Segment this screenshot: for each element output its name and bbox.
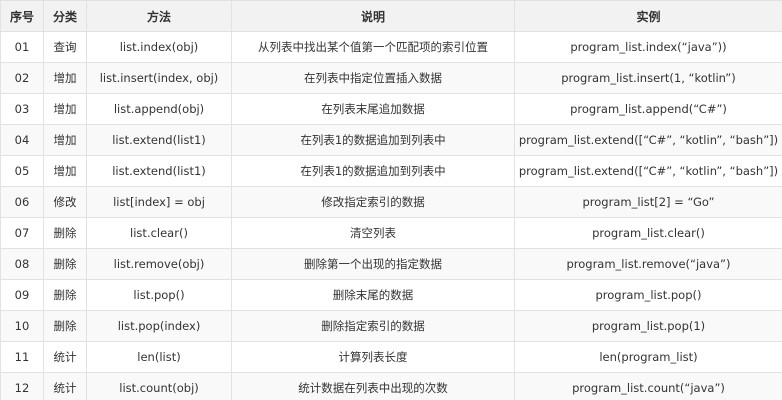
cell-method: list.pop() (86, 279, 232, 311)
list-methods-table: 序号 分类 方法 说明 实例 01 查询 list.index(obj) 从列表… (0, 0, 782, 400)
cell-method: list.insert(index, obj) (86, 62, 232, 94)
cell-number: 05 (0, 155, 44, 187)
cell-category: 查询 (43, 31, 87, 63)
cell-method: list.index(obj) (86, 31, 232, 63)
cell-description: 清空列表 (231, 217, 515, 249)
header-row: 序号 分类 方法 说明 实例 (0, 0, 782, 32)
cell-category: 删除 (43, 279, 87, 311)
table-row: 03 增加 list.append(obj) 在列表末尾追加数据 program… (0, 93, 782, 125)
cell-number: 11 (0, 341, 44, 373)
cell-number: 02 (0, 62, 44, 94)
cell-category: 删除 (43, 217, 87, 249)
cell-method: list.extend(list1) (86, 124, 232, 156)
cell-number: 06 (0, 186, 44, 218)
table-body: 01 查询 list.index(obj) 从列表中找出某个值第一个匹配项的索引… (0, 31, 782, 400)
cell-example: program_list.index(“java”)) (514, 31, 782, 63)
cell-number: 03 (0, 93, 44, 125)
cell-method: list.pop(index) (86, 310, 232, 342)
cell-description: 在列表1的数据追加到列表中 (231, 124, 515, 156)
cell-method: list.clear() (86, 217, 232, 249)
table-row: 07 删除 list.clear() 清空列表 program_list.cle… (0, 217, 782, 249)
cell-example: program_list.clear() (514, 217, 782, 249)
cell-number: 08 (0, 248, 44, 280)
cell-description: 在列表中指定位置插入数据 (231, 62, 515, 94)
cell-category: 增加 (43, 93, 87, 125)
cell-example: program_list.insert(1, “kotlin”) (514, 62, 782, 94)
cell-description: 删除指定索引的数据 (231, 310, 515, 342)
cell-example: program_list.remove(“java”) (514, 248, 782, 280)
cell-example: program_list.pop(1) (514, 310, 782, 342)
cell-method: list.count(obj) (86, 372, 232, 400)
cell-example: program_list.extend([“C#”, “kotlin”, “ba… (514, 155, 782, 187)
header-description: 说明 (231, 0, 515, 32)
cell-example: program_list.pop() (514, 279, 782, 311)
table-row: 01 查询 list.index(obj) 从列表中找出某个值第一个匹配项的索引… (0, 31, 782, 63)
cell-category: 删除 (43, 248, 87, 280)
cell-example: program_list.append(“C#”) (514, 93, 782, 125)
cell-category: 统计 (43, 372, 87, 400)
cell-category: 统计 (43, 341, 87, 373)
cell-example: program_list.count(“java”) (514, 372, 782, 400)
cell-example: len(program_list) (514, 341, 782, 373)
table-row: 04 增加 list.extend(list1) 在列表1的数据追加到列表中 p… (0, 124, 782, 156)
cell-category: 增加 (43, 62, 87, 94)
cell-method: list.append(obj) (86, 93, 232, 125)
cell-method: list[index] = obj (86, 186, 232, 218)
cell-number: 01 (0, 31, 44, 63)
cell-description: 计算列表长度 (231, 341, 515, 373)
table-row: 08 删除 list.remove(obj) 删除第一个出现的指定数据 prog… (0, 248, 782, 280)
header-example: 实例 (514, 0, 782, 32)
cell-description: 从列表中找出某个值第一个匹配项的索引位置 (231, 31, 515, 63)
table-header: 序号 分类 方法 说明 实例 (0, 0, 782, 32)
cell-method: list.remove(obj) (86, 248, 232, 280)
cell-example: program_list.extend([“C#”, “kotlin”, “ba… (514, 124, 782, 156)
header-number: 序号 (0, 0, 44, 32)
cell-category: 删除 (43, 310, 87, 342)
cell-category: 增加 (43, 124, 87, 156)
header-category: 分类 (43, 0, 87, 32)
cell-method: len(list) (86, 341, 232, 373)
cell-description: 在列表末尾追加数据 (231, 93, 515, 125)
table-row: 10 删除 list.pop(index) 删除指定索引的数据 program_… (0, 310, 782, 342)
table-row: 12 统计 list.count(obj) 统计数据在列表中出现的次数 prog… (0, 372, 782, 400)
table-row: 09 删除 list.pop() 删除末尾的数据 program_list.po… (0, 279, 782, 311)
table-row: 02 增加 list.insert(index, obj) 在列表中指定位置插入… (0, 62, 782, 94)
cell-description: 统计数据在列表中出现的次数 (231, 372, 515, 400)
cell-method: list.extend(list1) (86, 155, 232, 187)
cell-number: 04 (0, 124, 44, 156)
cell-description: 在列表1的数据追加到列表中 (231, 155, 515, 187)
table-row: 11 统计 len(list) 计算列表长度 len(program_list) (0, 341, 782, 373)
cell-description: 修改指定索引的数据 (231, 186, 515, 218)
cell-number: 09 (0, 279, 44, 311)
cell-category: 修改 (43, 186, 87, 218)
cell-number: 10 (0, 310, 44, 342)
cell-category: 增加 (43, 155, 87, 187)
table-row: 06 修改 list[index] = obj 修改指定索引的数据 progra… (0, 186, 782, 218)
header-method: 方法 (86, 0, 232, 32)
cell-number: 12 (0, 372, 44, 400)
cell-example: program_list[2] = “Go” (514, 186, 782, 218)
cell-description: 删除第一个出现的指定数据 (231, 248, 515, 280)
cell-number: 07 (0, 217, 44, 249)
cell-description: 删除末尾的数据 (231, 279, 515, 311)
table-row: 05 增加 list.extend(list1) 在列表1的数据追加到列表中 p… (0, 155, 782, 187)
